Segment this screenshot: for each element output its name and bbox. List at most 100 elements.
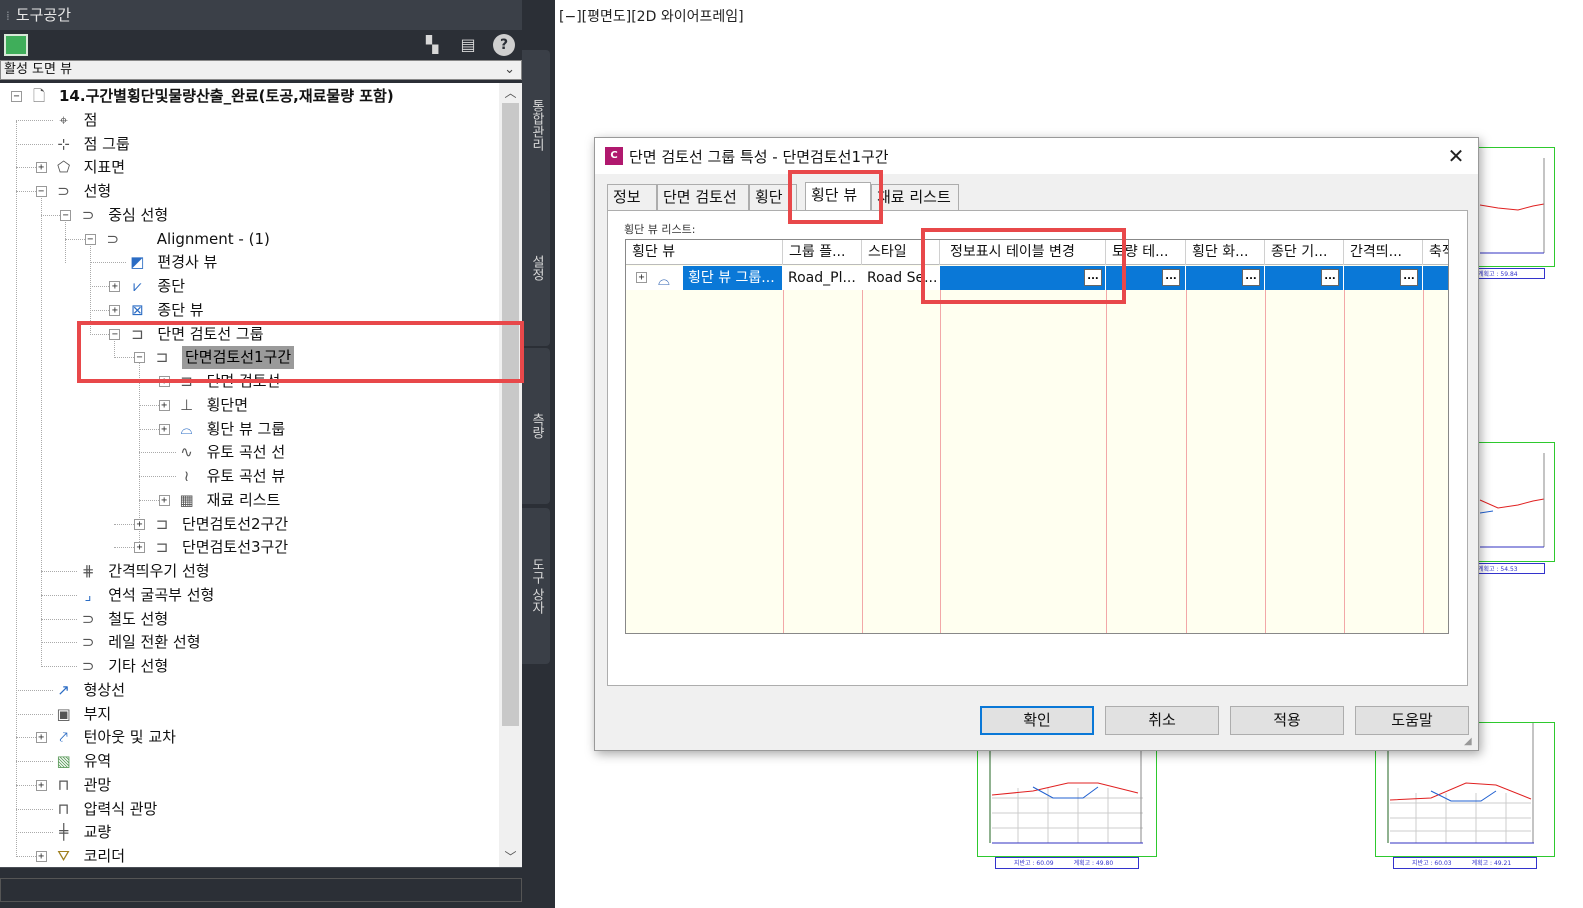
cell-section-display[interactable]: ... — [1186, 266, 1265, 290]
item-view-icon[interactable]: ▤ — [457, 34, 479, 56]
tree-node[interactable]: ▣ 부지 — [0, 703, 498, 726]
tree-node[interactable]: + ⩗ 종단 — [0, 275, 498, 298]
toolspace-titlebar[interactable]: ⁞ 도구공간 — [0, 0, 522, 30]
side-tab-toolbox[interactable]: 도구 상자 — [522, 508, 550, 664]
tree-node[interactable]: + ⊠ 종단 뷰 — [0, 299, 498, 322]
expand-icon[interactable]: + — [158, 399, 170, 411]
grid-line — [1423, 290, 1424, 633]
section-view-1[interactable] — [1477, 147, 1555, 267]
expand-icon[interactable]: + — [35, 851, 47, 862]
ellipsis-button[interactable]: ... — [1242, 269, 1260, 286]
cell-offset[interactable]: ... — [1344, 266, 1423, 290]
tree-node[interactable]: + ⛛ 코리더 — [0, 845, 498, 867]
tree-node[interactable]: ⊃ 레일 전환 선형 — [0, 631, 498, 654]
side-tab-label: 도구 상자 — [529, 557, 544, 615]
tree-node[interactable]: ∿ 유토 곡선 선 — [0, 441, 498, 464]
tree-node[interactable]: + ▦ 재료 리스트 — [0, 489, 498, 512]
expand-icon[interactable]: + — [158, 494, 170, 506]
tree-node[interactable]: − ⊃ Alignment - (1) — [0, 228, 498, 251]
tab-information[interactable]: 정보 — [607, 184, 657, 210]
tree-node[interactable]: − ⊃ 중심 선형 — [0, 204, 498, 227]
col-header-section-display[interactable]: 횡단 화... — [1186, 240, 1265, 265]
expand-icon[interactable]: + — [35, 162, 47, 174]
tree-node[interactable]: − 🗋 14.구간별횡단및물량산출_완료(토공,재료물량 포함) — [0, 85, 498, 108]
cell-scale[interactable] — [1423, 266, 1448, 290]
side-tab-prospector[interactable]: 통합관리 — [522, 50, 550, 200]
tree-node[interactable]: + ⊓ 관망 — [0, 774, 498, 797]
help-button[interactable]: 도움말 — [1355, 706, 1469, 735]
close-icon[interactable]: ✕ — [1444, 144, 1468, 168]
expand-icon[interactable]: + — [35, 732, 47, 744]
expand-icon[interactable]: + — [35, 779, 47, 791]
tree-node[interactable]: ⊹ 점 그룹 — [0, 133, 498, 156]
col-header-group-plot[interactable]: 그룹 플... — [783, 240, 862, 265]
scroll-down-icon[interactable]: ﹀ — [499, 847, 522, 867]
tree-node[interactable]: + ⊥ 횡단면 — [0, 394, 498, 417]
footer-text: 계획고 : 49.21 — [1471, 860, 1512, 867]
ellipsis-button[interactable]: ... — [1162, 269, 1180, 286]
collapse-icon[interactable]: − — [11, 91, 22, 102]
tree-node-label: 형상선 — [83, 680, 125, 699]
expand-icon[interactable]: + — [109, 281, 121, 292]
resize-grip-icon[interactable]: ◢ — [1464, 736, 1476, 748]
ellipsis-button[interactable]: ... — [1321, 269, 1339, 286]
tree-node[interactable]: ⊃ 기타 선형 — [0, 655, 498, 678]
drag-grip-icon[interactable]: ⁞ — [6, 9, 10, 23]
view-select-dropdown[interactable]: 활성 도면 뷰 ⌄ — [0, 60, 522, 80]
side-tab-settings[interactable]: 설정 — [522, 190, 550, 346]
tree-node[interactable]: ▧ 유역 — [0, 750, 498, 773]
section-view-2[interactable] — [1477, 442, 1555, 562]
cell-profile-grade[interactable]: ... — [1265, 266, 1344, 290]
section-view-3[interactable] — [977, 742, 1157, 857]
collapse-icon[interactable]: − — [60, 209, 72, 221]
scrollbar-thumb[interactable] — [502, 103, 519, 726]
scroll-up-icon[interactable]: ︿ — [499, 83, 522, 103]
tree-vertical-scrollbar[interactable]: ︿ ﹀ — [499, 83, 522, 867]
collapse-icon[interactable]: − — [35, 186, 47, 197]
ellipsis-button[interactable]: ... — [1400, 269, 1418, 286]
tree-node[interactable]: ⊃ 철도 선형 — [0, 608, 498, 631]
expand-icon[interactable]: + — [636, 272, 647, 283]
dialog-titlebar[interactable]: C 단면 검토선 그룹 특성 - 단면검토선1구간 ✕ — [595, 138, 1478, 174]
tree-node[interactable]: ↗ 형상선 — [0, 679, 498, 702]
col-header-profile-grade[interactable]: 종단 기... — [1265, 240, 1344, 265]
col-header-offset[interactable]: 간격띄... — [1344, 240, 1423, 265]
cell-section-view-name[interactable]: 횡단 뷰 그룹... — [683, 266, 783, 290]
cell-group-plot-style[interactable]: Road_Pl... — [783, 266, 862, 290]
tree-node[interactable]: ⊓ 압력식 관망 — [0, 798, 498, 821]
material-list-icon: ▦ — [179, 490, 194, 509]
tree-node[interactable]: + ⊐ 단면검토선2구간 — [0, 513, 498, 536]
help-icon[interactable]: ? — [493, 34, 515, 56]
cancel-button[interactable]: 취소 — [1105, 706, 1219, 735]
tree-node[interactable]: ⋕ 간격띄우기 선형 — [0, 560, 498, 583]
apply-button[interactable]: 적용 — [1230, 706, 1344, 735]
tree-node[interactable]: ╪ 교량 — [0, 821, 498, 844]
side-tab-survey[interactable]: 측량 — [522, 348, 550, 504]
viewport-controls-label[interactable]: [−][평면도][2D 와이어프레임] — [559, 6, 744, 26]
col-header-scale[interactable]: 축적 — [1423, 240, 1448, 265]
expand-icon[interactable]: + — [158, 423, 170, 435]
tree-node[interactable]: + ⌓ 횡단 뷰 그룹 — [0, 418, 498, 441]
tree-node-label: 횡단 뷰 그룹 — [206, 419, 286, 438]
tree-node[interactable]: ⌟ 연석 굴곡부 선형 — [0, 584, 498, 607]
tree-node[interactable]: ◩ 편경사 뷰 — [0, 251, 498, 274]
tree-node[interactable]: + ⤤ 턴아웃 및 교차 — [0, 726, 498, 749]
tree-node[interactable]: ≀ 유토 곡선 뷰 — [0, 465, 498, 488]
ok-button[interactable]: 확인 — [980, 706, 1094, 735]
civil3d-app-icon: C — [605, 147, 623, 165]
tree-node[interactable]: + ⊐ 단면검토선3구간 — [0, 536, 498, 559]
tree-node[interactable]: ⌖ 점 — [0, 109, 498, 132]
tree-node[interactable]: − ⊃ 선형 — [0, 180, 498, 203]
prospector-icon[interactable] — [4, 34, 28, 56]
expand-icon[interactable]: + — [134, 542, 145, 554]
expand-icon[interactable]: + — [109, 304, 121, 316]
tree-node[interactable]: + ⬠ 지표면 — [0, 156, 498, 179]
col-header-section-view[interactable]: 횡단 뷰 — [626, 240, 783, 265]
expand-icon[interactable]: + — [134, 518, 145, 530]
tab-sample-lines[interactable]: 단면 검토선 — [657, 184, 749, 210]
tab-material-list[interactable]: 재료 리스트 — [871, 184, 959, 210]
hierarchy-icon[interactable]: ▚ — [421, 34, 443, 56]
collapse-icon[interactable]: − — [84, 233, 96, 245]
tree-node-label: 지표면 — [83, 158, 125, 177]
tab-section-views[interactable]: 횡단 뷰 — [805, 182, 871, 210]
